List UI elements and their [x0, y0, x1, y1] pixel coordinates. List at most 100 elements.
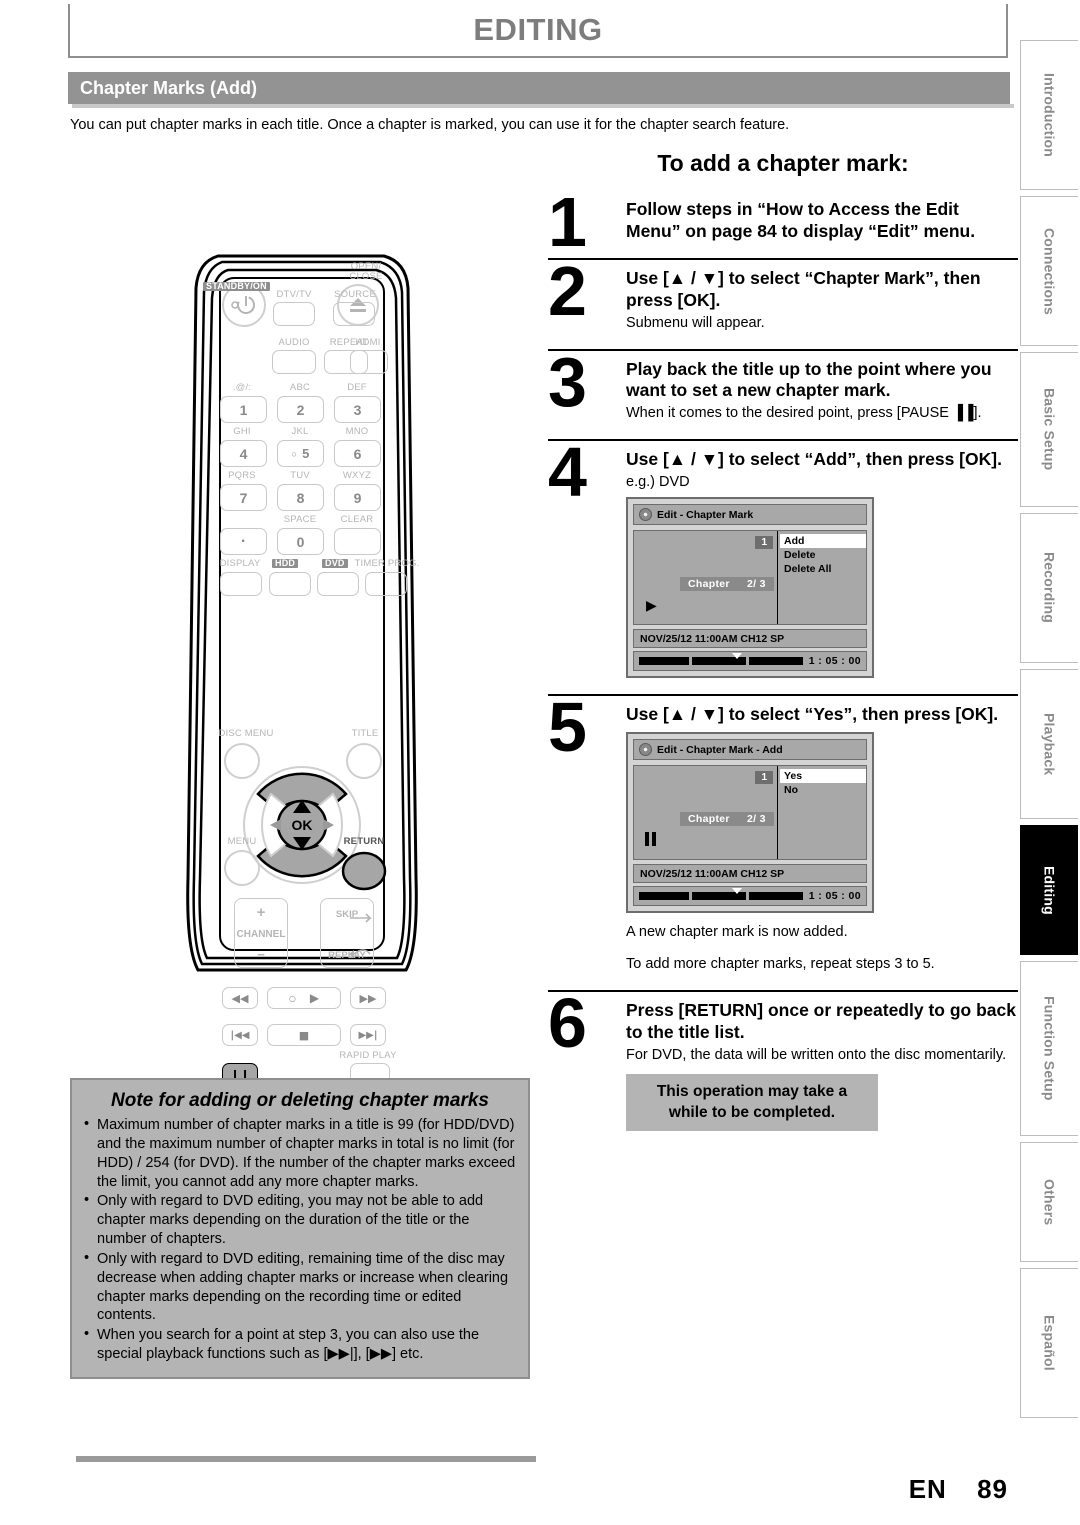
remote-key5-alt-label: JKL — [291, 426, 309, 437]
section-heading-bar: Chapter Marks (Add) — [68, 72, 1010, 104]
remote-dtvtv-button[interactable] — [273, 302, 315, 326]
osd-menu-item-delete[interactable]: Delete — [780, 548, 866, 562]
remote-hdmi-button[interactable] — [350, 350, 388, 374]
note-box-title: Note for adding or deleting chapter mark… — [111, 1090, 489, 1111]
osd-chapter-label: Chapter — [688, 578, 730, 591]
osd-preview-pane: 1 Chapter 2/ 3 — [634, 766, 778, 860]
remote-standby-label: STANDBY/ON — [203, 281, 270, 292]
manual-page: EDITING Chapter Marks (Add) You can put … — [0, 0, 1080, 1525]
remote-channel-button[interactable]: + CHANNEL − — [234, 898, 288, 968]
remote-channel-minus: − — [257, 947, 265, 962]
remote-key-1[interactable]: 1 — [220, 396, 267, 423]
note-list-item: Only with regard to DVD editing, you may… — [84, 1191, 516, 1249]
remote-key-2[interactable]: 2 — [277, 396, 324, 423]
note-box-shadow — [76, 1456, 536, 1462]
remote-key-3[interactable]: 3 — [334, 396, 381, 423]
osd-menu-item-add[interactable]: Add — [780, 534, 866, 549]
operation-callout: This operation may take a while to be co… — [626, 1074, 878, 1131]
remote-key-6[interactable]: 6 — [334, 440, 381, 467]
remote-skip-label: SKIP — [335, 909, 359, 920]
remote-open-close-label: OPEN/ CLOSE — [349, 261, 383, 282]
remote-channel-plus: + — [256, 904, 266, 921]
remote-hdd-button[interactable] — [269, 572, 311, 596]
chapter-tab-label: Connections — [1041, 227, 1058, 315]
remote-clear-button[interactable] — [334, 528, 381, 555]
progress-track[interactable] — [639, 657, 803, 666]
remote-key-dot[interactable]: · — [220, 528, 267, 555]
remote-skip-replay-button[interactable]: SKIP REPLAY — [320, 898, 374, 968]
osd-menu-pane: Add Delete Delete All — [778, 531, 866, 624]
chapter-tab-editing[interactable]: Editing — [1020, 825, 1078, 955]
remote-fastforward-button[interactable]: ▶▶ — [350, 987, 386, 1009]
step5-note-2: To add more chapter marks, repeat steps … — [626, 955, 935, 972]
osd-body: 1 Chapter 2/ 3 ▶ Add Delete Delete All — [633, 530, 867, 626]
chapter-tab-label: Playback — [1041, 712, 1058, 776]
remote-previous-button[interactable]: |◀◀ — [222, 1024, 258, 1046]
remote-display-button[interactable] — [220, 572, 262, 596]
remote-key5-dot: ○ — [291, 448, 298, 459]
progress-segment — [749, 892, 803, 901]
chapter-tab-basic-setup[interactable]: Basic Setup — [1020, 352, 1078, 507]
osd-chapter-number: 1 — [755, 536, 773, 550]
remote-next-button[interactable]: ▶▶| — [350, 1024, 386, 1046]
step-2-heading: Use [▲ / ▼] to select “Chapter Mark”, th… — [626, 268, 981, 311]
remote-key1-alt-label: .@/: — [232, 382, 252, 393]
remote-source-button[interactable] — [333, 302, 375, 326]
osd-chapter-number: 1 — [755, 771, 773, 785]
chapter-tab-introduction[interactable]: Introduction — [1020, 40, 1078, 190]
osd-chapter-indicator: Chapter 2/ 3 — [680, 577, 774, 592]
chapter-tabs: Introduction Connections Basic Setup Record… — [1020, 40, 1080, 1424]
remote-disc-menu-label: DISC MENU — [218, 728, 274, 739]
remote-key-7[interactable]: 7 — [220, 484, 267, 511]
remote-display-label: DISPLAY — [219, 558, 261, 569]
remote-key6-alt-label: MNO — [345, 426, 369, 437]
osd-title-text: Edit - Chapter Mark - Add — [657, 743, 783, 756]
chapter-mark-pointer-icon — [732, 888, 742, 895]
chapter-tab-others[interactable]: Others — [1020, 1142, 1078, 1262]
remote-timer-prog-button[interactable] — [365, 572, 407, 596]
disc-icon — [639, 743, 652, 757]
step-4-number: 4 — [548, 432, 587, 511]
chapter-tab-label: Recording — [1041, 552, 1058, 624]
remote-key-9[interactable]: 9 — [334, 484, 381, 511]
step-4: 4 Use [▲ / ▼] to select “Add”, then pres… — [548, 437, 1018, 687]
chapter-tab-connections[interactable]: Connections — [1020, 196, 1078, 346]
step-divider — [548, 348, 1018, 351]
progress-segment — [639, 892, 690, 901]
remote-key-4[interactable]: 4 — [220, 440, 267, 467]
remote-stop-button[interactable]: ■ — [267, 1024, 341, 1046]
section-heading-text: Chapter Marks (Add) — [80, 77, 258, 98]
note-box: Note for adding or deleting chapter mark… — [70, 1078, 530, 1379]
remote-rewind-button[interactable]: ◀◀ — [222, 987, 258, 1009]
remote-key-0[interactable]: 0 — [277, 528, 324, 555]
osd-menu-item-delete-all[interactable]: Delete All — [780, 562, 866, 576]
osd-menu-item-yes[interactable]: Yes — [780, 769, 866, 784]
remote-dvd-button[interactable] — [317, 572, 359, 596]
step-6-number: 6 — [548, 984, 587, 1063]
osd-chapter-indicator: Chapter 2/ 3 — [680, 812, 774, 827]
chapter-tab-espa-ol[interactable]: Español — [1020, 1268, 1078, 1418]
remote-key2-alt-label: ABC — [289, 382, 311, 393]
osd-chapter-counter: 2/ 3 — [747, 578, 766, 591]
page-footer: EN 89 — [909, 1474, 1008, 1505]
remote-key-5[interactable]: ○ 5 — [277, 440, 324, 467]
remote-audio-button[interactable] — [272, 350, 316, 374]
remote-ok-label[interactable]: OK — [290, 817, 314, 833]
chapter-tab-playback[interactable]: Playback — [1020, 669, 1078, 819]
remote-clear-label: CLEAR — [340, 514, 374, 525]
remote-key8-alt-label: TUV — [290, 470, 310, 481]
osd-info-bar: NOV/25/12 11:00AM CH12 SP — [633, 864, 867, 884]
remote-key-8[interactable]: 8 — [277, 484, 324, 511]
chapter-tab-recording[interactable]: Recording — [1020, 513, 1078, 663]
remote-play-button[interactable]: ○ ▶ — [267, 987, 341, 1009]
step-5-heading: Use [▲ / ▼] to select “Yes”, then press … — [626, 704, 999, 725]
progress-track[interactable] — [639, 892, 803, 901]
osd-menu-item-no[interactable]: No — [780, 783, 866, 797]
progress-segment — [639, 657, 690, 666]
chapter-tab-function-setup[interactable]: Function Setup — [1020, 961, 1078, 1136]
step-divider — [548, 694, 1018, 697]
step-1: 1 Follow steps in “How to Access the Edi… — [548, 187, 1018, 257]
osd-screen-step4: Edit - Chapter Mark 1 Chapter 2/ 3 ▶ Add… — [626, 497, 874, 679]
osd-elapsed-time: 1 : 05 : 00 — [808, 890, 861, 903]
step-4-heading: Use [▲ / ▼] to select “Add”, then press … — [626, 448, 1002, 469]
